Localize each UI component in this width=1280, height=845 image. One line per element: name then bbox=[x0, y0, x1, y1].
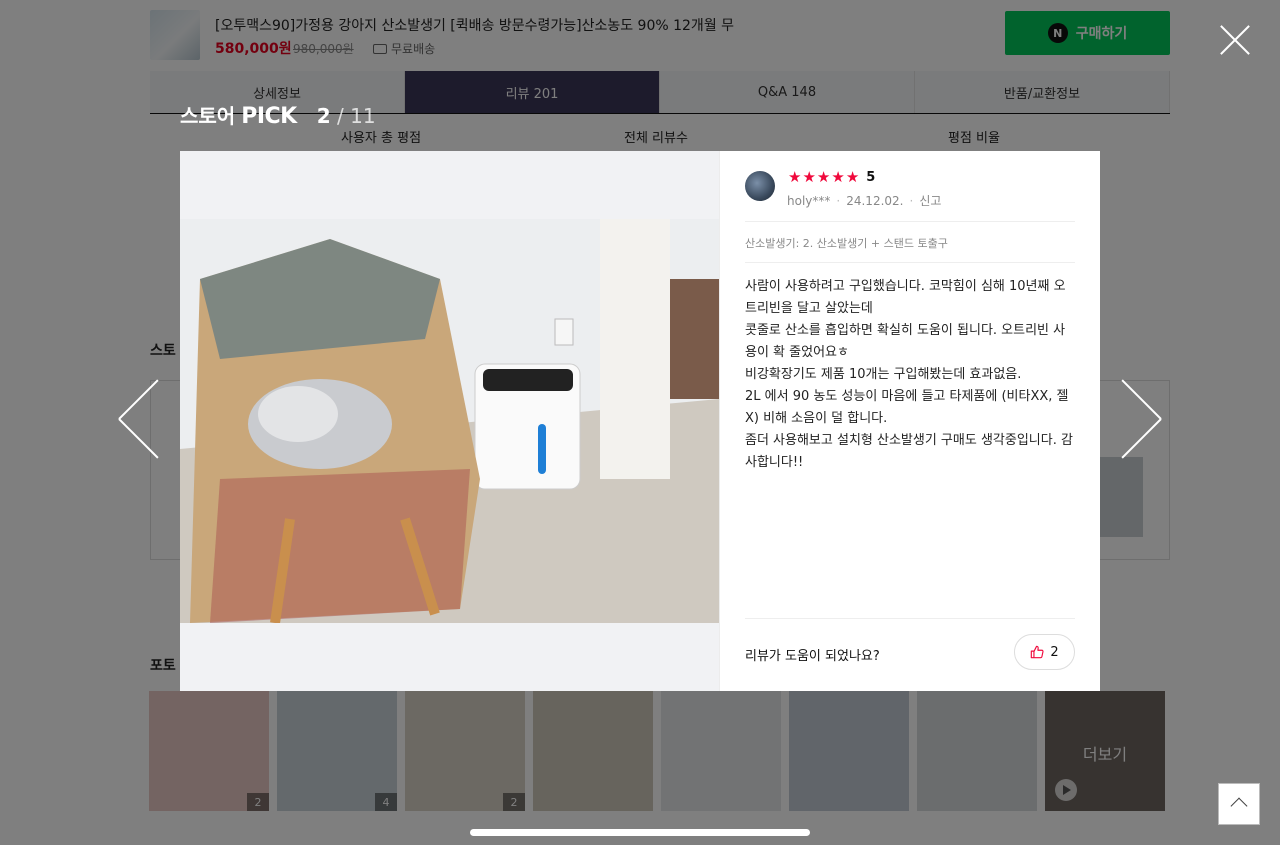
review-meta: holy*** · 24.12.02. · 신고 bbox=[787, 192, 941, 209]
review-date: 24.12.02. bbox=[846, 193, 904, 208]
review-modal: ★ ★ ★ ★ ★ 5 holy*** · 24.12.02. · 신고 산소발생기: 2… bbox=[180, 151, 1100, 691]
scroll-top-button[interactable] bbox=[1218, 783, 1260, 825]
close-icon[interactable] bbox=[1213, 18, 1257, 62]
like-count: 2 bbox=[1050, 644, 1059, 660]
review-paragraph: 2L 에서 90 농도 성능이 마음에 들고 타제품에 (비타XX, 젤X) 비… bbox=[745, 389, 1069, 426]
review-paragraph: 좀더 사용해보고 설치형 산소발생기 구매도 생각중입니다. 감사합니다!! bbox=[745, 433, 1073, 470]
star-icon: ★ bbox=[788, 168, 802, 186]
review-panel: ★ ★ ★ ★ ★ 5 holy*** · 24.12.02. · 신고 산소발생기: 2… bbox=[719, 151, 1100, 691]
star-icon: ★ bbox=[831, 168, 845, 186]
star-rating: ★ ★ ★ ★ ★ 5 bbox=[788, 169, 875, 185]
prev-arrow-icon[interactable] bbox=[98, 378, 142, 460]
divider bbox=[745, 618, 1075, 619]
purchase-option: 산소발생기: 2. 산소발생기 + 스탠드 토출구 bbox=[745, 237, 948, 250]
divider bbox=[745, 262, 1075, 263]
review-paragraph: 콧줄로 산소를 흡입하면 확실히 도움이 됩니다. 오트리빈 사용이 확 줄었어… bbox=[745, 323, 1066, 360]
next-arrow-icon[interactable] bbox=[1138, 378, 1182, 460]
review-photo-image bbox=[180, 219, 719, 623]
like-button[interactable]: 2 bbox=[1014, 634, 1075, 670]
meta-separator: · bbox=[909, 193, 914, 208]
review-paragraph: 비강확장기도 제품 10개는 구입해봤는데 효과없음. bbox=[745, 367, 1022, 382]
review-photo bbox=[180, 151, 719, 691]
review-author: holy*** bbox=[787, 193, 831, 208]
slide-current: 2 bbox=[316, 104, 331, 128]
star-icon: ★ bbox=[802, 168, 816, 186]
divider bbox=[745, 221, 1075, 222]
review-paragraph: 사람이 사용하려고 구입했습니다. 코막힘이 심해 10년째 오트리빈을 달고 … bbox=[745, 279, 1066, 316]
slide-counter: 2 / 11 bbox=[317, 104, 376, 128]
rating-score: 5 bbox=[866, 169, 876, 185]
title-store: 스토어 bbox=[180, 104, 236, 128]
meta-separator: · bbox=[836, 193, 841, 208]
thumbs-up-icon bbox=[1031, 645, 1044, 659]
avatar[interactable] bbox=[745, 171, 775, 201]
report-link[interactable]: 신고 bbox=[919, 192, 941, 209]
review-body: 사람이 사용하려고 구입했습니다. 코막힘이 심해 10년째 오트리빈을 달고 … bbox=[745, 276, 1077, 474]
slide-total: / 11 bbox=[337, 104, 376, 128]
helpful-question: 리뷰가 도움이 되었나요? bbox=[745, 649, 880, 664]
modal-title: 스토어 PICK 2 / 11 bbox=[180, 100, 376, 129]
scroll-indicator bbox=[470, 829, 810, 836]
star-icon: ★ bbox=[816, 168, 831, 186]
title-pick: PICK bbox=[241, 104, 297, 129]
star-icon: ★ bbox=[845, 168, 860, 186]
